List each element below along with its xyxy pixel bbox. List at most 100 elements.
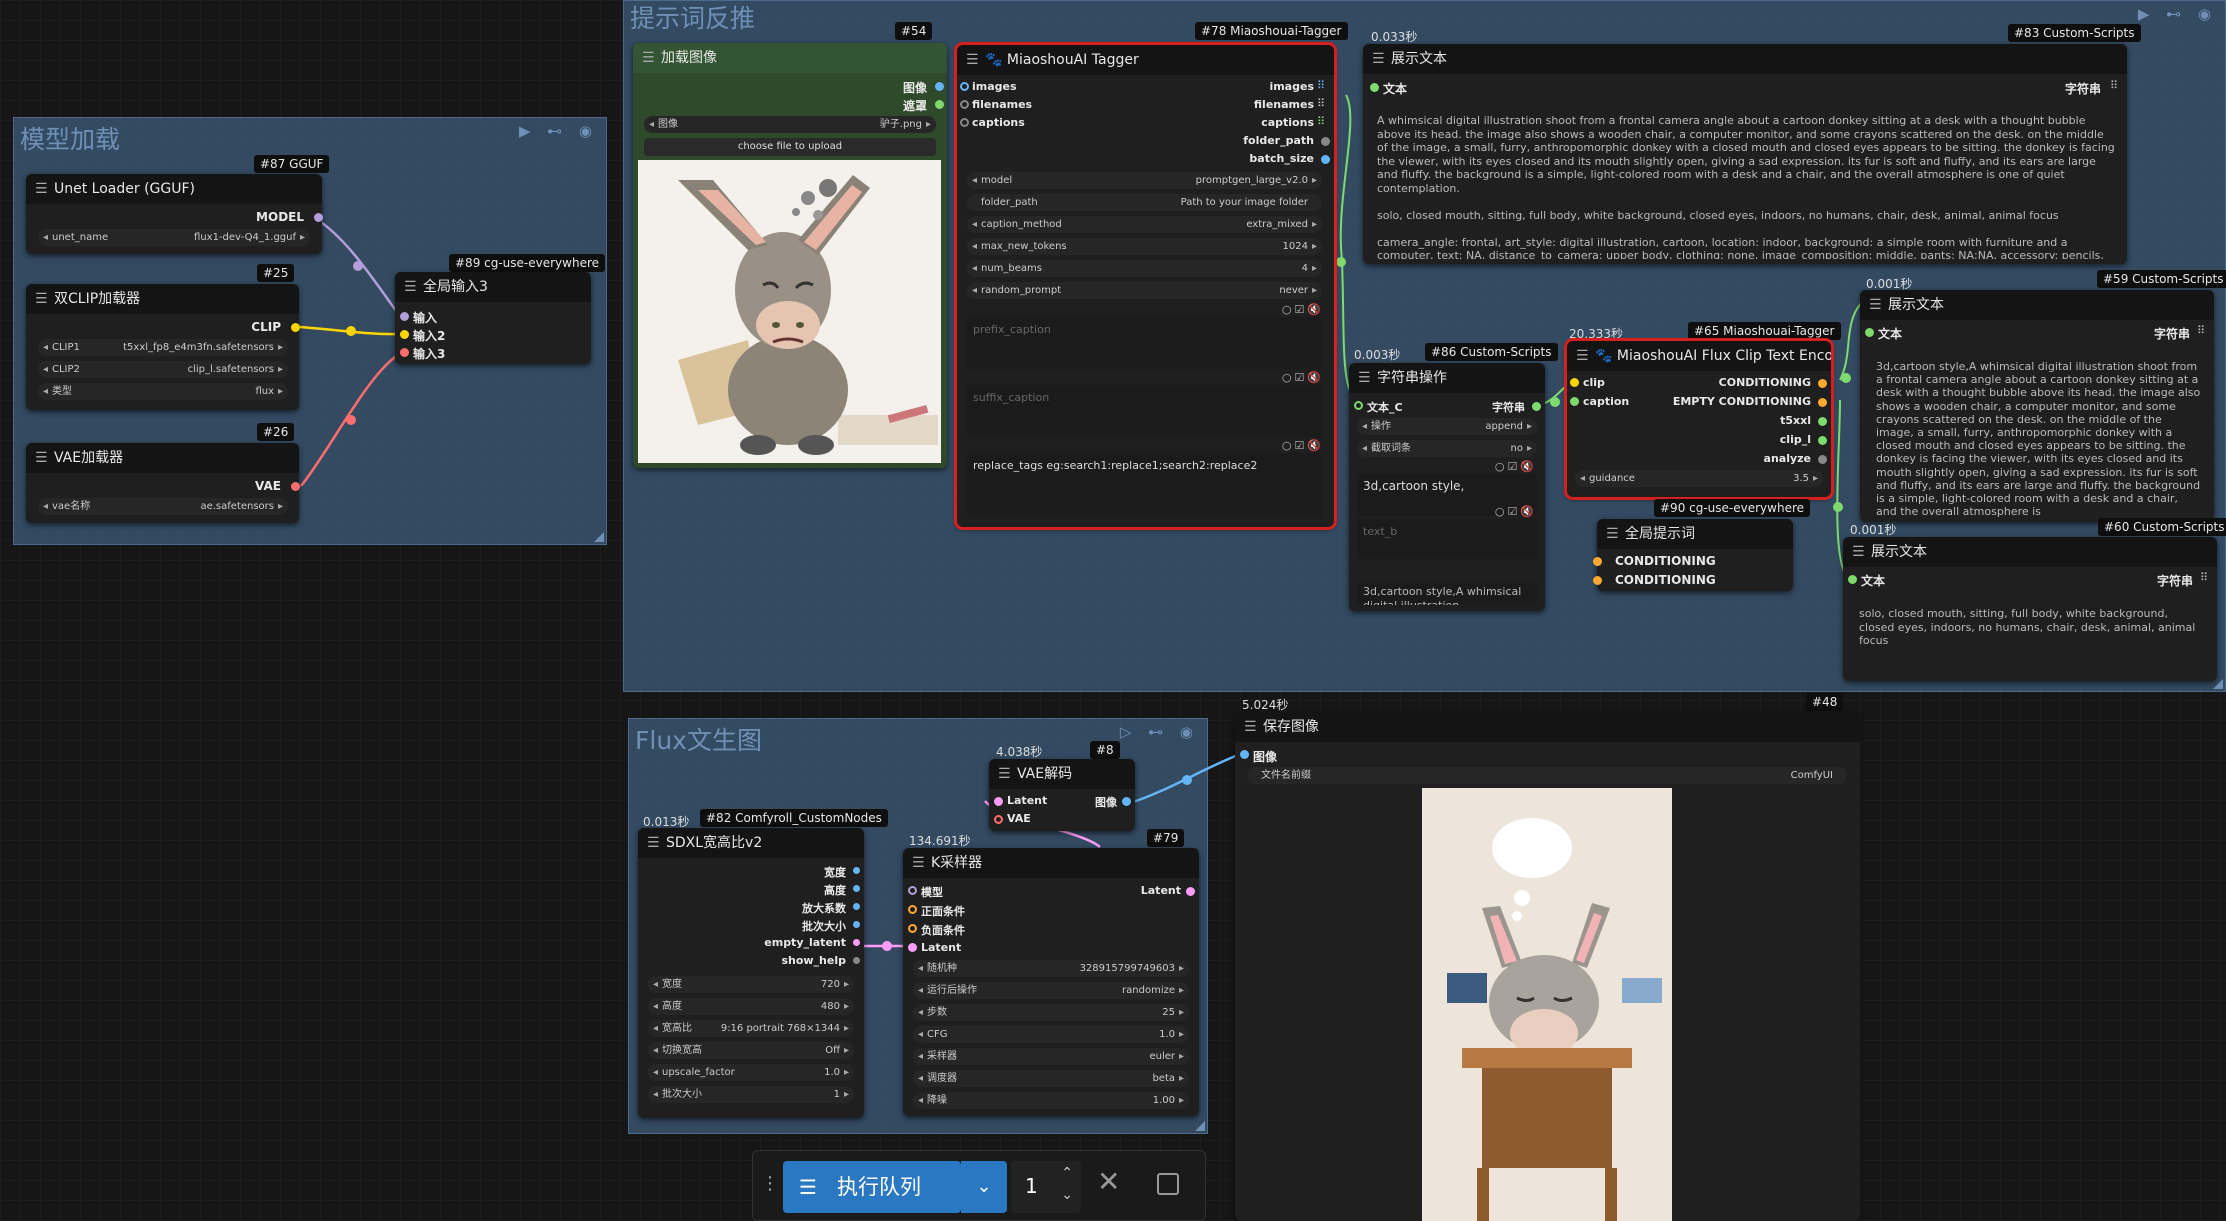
control-after-widget[interactable]: ◂ 运行后操作 randomize ▸ xyxy=(913,982,1189,999)
slot-out-dot[interactable] xyxy=(853,903,860,910)
slot-cond1-in-dot[interactable] xyxy=(1593,557,1602,566)
node-header[interactable]: ☰ VAE解码 xyxy=(989,759,1135,789)
slot-out-dot[interactable] xyxy=(853,867,860,874)
height-widget[interactable]: ◂ 高度 480 ▸ xyxy=(648,998,854,1015)
list-slot-icon[interactable]: ⠿ xyxy=(2110,79,2121,92)
slot-empty-cond-out-dot[interactable] xyxy=(1818,398,1827,407)
slot-mask-dot[interactable] xyxy=(935,100,944,109)
aspect-widget[interactable]: ◂ 宽高比 9:16 portrait 768×1344 ▸ xyxy=(648,1020,854,1037)
slot-vae-in-dot[interactable] xyxy=(994,815,1003,824)
node-header[interactable]: ☰ 🐾 MiaoshouAI Tagger xyxy=(957,45,1334,75)
caption-text-display[interactable]: A whimsical digital illustration shoot f… xyxy=(1377,114,2117,259)
menu-icon[interactable]: ☰ xyxy=(1358,363,1371,393)
node-load-image[interactable]: ☰ 加载图像 图像 遮罩 ◂ 图像 驴子.png ▸ choose file to up… xyxy=(633,43,947,468)
menu-icon[interactable]: ☰ xyxy=(35,443,48,473)
slot-latent-out-dot[interactable] xyxy=(853,939,860,946)
node-header[interactable]: ☰ 保存图像 xyxy=(1235,712,1860,742)
slot-latent-in-dot[interactable] xyxy=(994,797,1003,806)
node-header[interactable]: ☰ 全局输入3 xyxy=(395,272,591,302)
guidance-widget[interactable]: ◂ guidance 3.5 ▸ xyxy=(1575,470,1823,487)
resize-handle-icon[interactable] xyxy=(2213,679,2223,689)
upscale-widget[interactable]: ◂ upscale_factor 1.0 ▸ xyxy=(648,1064,854,1081)
batch-widget[interactable]: ◂ 批次大小 1 ▸ xyxy=(648,1086,854,1103)
swap-widget[interactable]: ◂ 切换宽高 Off ▸ xyxy=(648,1042,854,1059)
menu-icon[interactable]: ☰ xyxy=(998,759,1011,789)
node-header[interactable]: ☰ 双CLIP加载器 xyxy=(26,284,299,314)
slot-string-out-dot[interactable] xyxy=(1532,402,1541,411)
replace-tags-textarea[interactable]: replace_tags eg:search1:replace1;search2… xyxy=(967,453,1322,517)
node-vae-loader[interactable]: ☰ VAE加载器 VAE ◂ vae名称 ae.safetensors ▸ xyxy=(26,443,300,523)
slot-positive-in-dot[interactable] xyxy=(908,905,917,914)
tagger-max-tokens-widget[interactable]: ◂ max_new_tokens 1024 ▸ xyxy=(967,238,1322,255)
node-string-operation[interactable]: ☰ 字符串操作 文本_C 字符串 ◂ 操作 append ▸ ◂ 截取词条 no ▸ ○☑🔇 … xyxy=(1349,363,1545,611)
node-sdxl-aspect-ratio[interactable]: ☰ SDXL宽高比v2 宽度 高度 放大系数 批次大小 empty_latent … xyxy=(638,828,864,1118)
image-widget[interactable]: ◂ 图像 驴子.png ▸ xyxy=(644,116,936,133)
node-prompts-everywhere[interactable]: ☰ 全局提示词 CONDITIONING CONDITIONING xyxy=(1593,519,1793,591)
slot-out-dot[interactable] xyxy=(853,957,860,964)
tagger-num-beams-widget[interactable]: ◂ num_beams 4 ▸ xyxy=(967,260,1322,277)
slot-analyze-out-dot[interactable] xyxy=(1818,455,1827,464)
node-header[interactable]: ☰ 展示文本 xyxy=(1860,290,2214,320)
menu-icon[interactable]: ☰ xyxy=(1244,712,1257,742)
textarea-toolbar-icon[interactable]: ○☑🔇 xyxy=(1282,303,1324,316)
tagger-model-widget[interactable]: ◂ model promptgen_large_v2.0 ▸ xyxy=(967,172,1322,189)
slot-input3-dot[interactable] xyxy=(400,348,409,357)
seed-widget[interactable]: ◂ 随机种 328915799749603 ▸ xyxy=(913,960,1189,977)
node-header[interactable]: ☰ 展示文本 xyxy=(1843,537,2217,567)
menu-icon[interactable]: ☰ xyxy=(912,848,925,878)
group-controls-icon[interactable]: ▶ ⊷ ◉ xyxy=(519,122,598,140)
node-header[interactable]: ☰ 全局提示词 xyxy=(1597,519,1793,549)
group-controls-icon[interactable]: ▷ ⊷ ◉ xyxy=(1120,723,1199,741)
tagger-folder-path-widget[interactable]: folder_path Path to your image folder xyxy=(967,194,1322,211)
slot-model-in-dot[interactable] xyxy=(908,886,917,895)
trim-widget[interactable]: ◂ 截取词条 no ▸ xyxy=(1357,440,1537,457)
node-anything-everywhere3[interactable]: ☰ 全局输入3 输入 输入2 输入3 xyxy=(395,272,591,364)
slot-cond-out-dot[interactable] xyxy=(1818,379,1827,388)
slot-image-in-dot[interactable] xyxy=(1240,750,1249,759)
slot-t5-out-dot[interactable] xyxy=(1818,417,1827,426)
node-header[interactable]: ☰ 🐾 MiaoshouAI Flux Clip Text Encode xyxy=(1567,341,1831,371)
prefix-caption-textarea[interactable]: prefix_caption xyxy=(967,317,1322,369)
type-widget[interactable]: ◂ 类型 flux ▸ xyxy=(38,383,288,400)
node-show-text-59[interactable]: ☰ 展示文本 文本 字符串 ⠿ 3d,cartoon style,A whimsi… xyxy=(1860,290,2214,522)
menu-icon[interactable]: ☰ xyxy=(404,272,417,302)
filename-prefix-widget[interactable]: 文件名前缀 ComfyUI xyxy=(1247,767,1847,784)
slot-input1-dot[interactable] xyxy=(400,312,409,321)
resize-handle-icon[interactable] xyxy=(594,532,604,542)
group-controls-icon[interactable]: ▶ ⊷ ◉ xyxy=(2138,5,2217,23)
node-header[interactable]: ☰ 加载图像 xyxy=(633,43,947,73)
decrement-icon[interactable]: ⌄ xyxy=(1061,1187,1073,1203)
node-header[interactable]: ☰ SDXL宽高比v2 xyxy=(638,828,864,858)
clip2-widget[interactable]: ◂ CLIP2 clip_l.safetensors ▸ xyxy=(38,361,288,378)
menu-icon[interactable]: ☰ xyxy=(1372,44,1385,74)
list-slot-icon[interactable]: ⠿ xyxy=(1317,97,1328,110)
resize-handle-icon[interactable] xyxy=(1195,1121,1205,1131)
node-show-text-60[interactable]: ☰ 展示文本 文本 字符串 ⠿ solo, closed mouth, sitti… xyxy=(1843,537,2217,681)
stop-icon[interactable] xyxy=(1157,1173,1179,1195)
tagger-random-prompt-widget[interactable]: ◂ random_prompt never ▸ xyxy=(967,282,1322,299)
slot-image-dot[interactable] xyxy=(935,82,944,91)
width-widget[interactable]: ◂ 宽度 720 ▸ xyxy=(648,976,854,993)
text-b-textarea[interactable]: text_b xyxy=(1357,519,1537,559)
vae-name-widget[interactable]: ◂ vae名称 ae.safetensors ▸ xyxy=(38,498,288,515)
node-ksampler[interactable]: ☰ K采样器 模型 正面条件 负面条件 Latent Latent ◂ 随机种 328… xyxy=(903,848,1199,1116)
slot-latent-out-dot[interactable] xyxy=(1186,887,1195,896)
increment-icon[interactable]: ⌃ xyxy=(1061,1165,1073,1181)
node-miaoshou-tagger[interactable]: ☰ 🐾 MiaoshouAI Tagger images filenames ca… xyxy=(954,42,1337,530)
menu-icon[interactable]: ☰ xyxy=(966,45,979,75)
slot-caption-in-dot[interactable] xyxy=(1570,397,1579,406)
slot-out-dot[interactable] xyxy=(853,885,860,892)
menu-icon[interactable]: ☰ xyxy=(647,828,660,858)
slot-negative-in-dot[interactable] xyxy=(908,924,917,933)
node-vae-decode[interactable]: ☰ VAE解码 Latent VAE 图像 xyxy=(989,759,1135,831)
node-unet-loader[interactable]: ☰ Unet Loader (GGUF) MODEL ◂ unet_name flux… xyxy=(26,174,323,254)
list-slot-icon[interactable]: ⠿ xyxy=(2197,324,2208,337)
queue-dropdown-button[interactable]: ⌄ xyxy=(961,1161,1007,1213)
menu-icon[interactable]: ☰ xyxy=(1576,341,1589,371)
list-slot-icon[interactable]: ⠿ xyxy=(2200,571,2211,584)
node-dual-clip-loader[interactable]: ☰ 双CLIP加载器 CLIP ◂ CLIP1 t5xxl_fp8_e4m3fn.sa… xyxy=(26,284,300,410)
tagger-caption-method-widget[interactable]: ◂ caption_method extra_mixed ▸ xyxy=(967,216,1322,233)
node-header[interactable]: ☰ K采样器 xyxy=(903,848,1199,878)
batch-count-input[interactable]: 1 ⌃ ⌄ xyxy=(1011,1161,1081,1213)
unet-name-widget[interactable]: ◂ unet_name flux1-dev-Q4_1.gguf ▸ xyxy=(38,229,310,246)
